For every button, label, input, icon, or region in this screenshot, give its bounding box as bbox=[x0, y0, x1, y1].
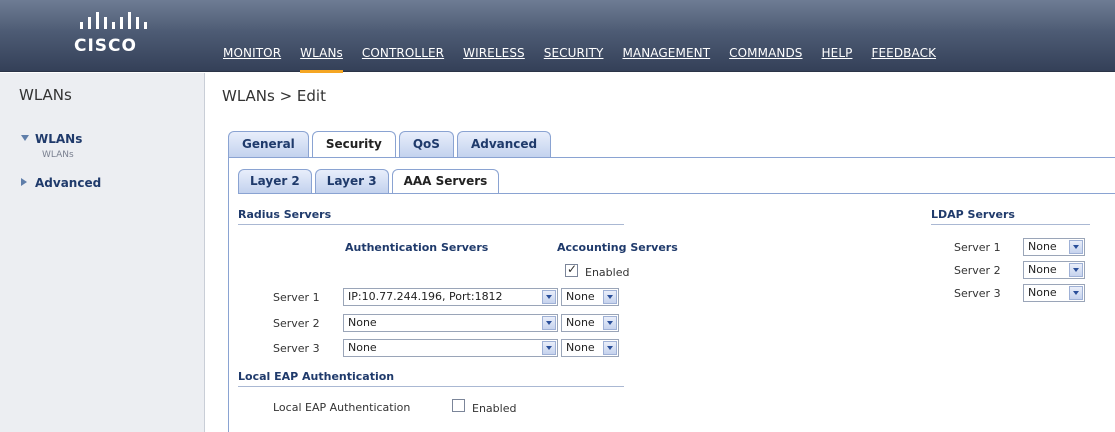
chevron-down-icon bbox=[542, 316, 556, 330]
ldap-server1-select[interactable]: None bbox=[1023, 238, 1085, 256]
select-value: None bbox=[566, 341, 595, 354]
security-subtabs: Layer 2 Layer 3 AAA Servers bbox=[238, 169, 502, 194]
tab-security[interactable]: Security bbox=[311, 131, 396, 158]
auth-servers-heading: Authentication Servers bbox=[345, 241, 489, 254]
ldap-server1-label: Server 1 bbox=[954, 241, 1001, 254]
left-sidebar: WLANs WLANs WLANs Advanced bbox=[0, 73, 205, 432]
page-title: WLANs > Edit bbox=[222, 87, 326, 105]
ldap-divider bbox=[931, 224, 1090, 225]
select-value: None bbox=[566, 316, 595, 329]
sidebar-item-wlans[interactable]: WLANs bbox=[21, 132, 82, 146]
radius-divider bbox=[238, 224, 624, 225]
chevron-down-icon bbox=[1069, 240, 1083, 254]
nav-commands[interactable]: COMMANDS bbox=[729, 46, 802, 60]
accounting-enabled-checkbox[interactable] bbox=[565, 262, 578, 277]
local-eap-label: Local EAP Authentication bbox=[273, 401, 411, 414]
collapse-triangle-icon bbox=[21, 178, 27, 186]
subtab-aaa-servers[interactable]: AAA Servers bbox=[391, 169, 500, 194]
main-content: WLANs > Edit General Security QoS Advanc… bbox=[206, 73, 1115, 432]
nav-wlans[interactable]: WLANs bbox=[300, 46, 343, 73]
nav-feedback[interactable]: FEEDBACK bbox=[871, 46, 936, 60]
radius-server2-acct-select[interactable]: None bbox=[561, 314, 619, 332]
ldap-server2-label: Server 2 bbox=[954, 264, 1001, 277]
select-value: None bbox=[1028, 286, 1057, 299]
nav-controller[interactable]: CONTROLLER bbox=[362, 46, 444, 60]
chevron-down-icon bbox=[1069, 286, 1083, 300]
nav-monitor[interactable]: MONITOR bbox=[223, 46, 281, 60]
select-value: None bbox=[348, 341, 377, 354]
chevron-down-icon bbox=[1069, 263, 1083, 277]
nav-management[interactable]: MANAGEMENT bbox=[622, 46, 710, 60]
security-panel: Layer 2 Layer 3 AAA Servers Radius Serve… bbox=[228, 157, 1115, 432]
sidebar-item-label: Advanced bbox=[35, 176, 102, 190]
radius-server2-label: Server 2 bbox=[273, 317, 320, 330]
top-header: CISCO MONITOR WLANs CONTROLLER WIRELESS … bbox=[0, 0, 1115, 73]
local-eap-divider bbox=[238, 386, 624, 387]
ldap-server2-select[interactable]: None bbox=[1023, 261, 1085, 279]
expand-triangle-icon bbox=[21, 135, 29, 141]
ldap-server3-label: Server 3 bbox=[954, 287, 1001, 300]
radius-server3-auth-select[interactable]: None bbox=[343, 339, 558, 357]
select-value: None bbox=[348, 316, 377, 329]
radius-server1-acct-select[interactable]: None bbox=[561, 288, 619, 306]
radius-server3-acct-select[interactable]: None bbox=[561, 339, 619, 357]
local-eap-heading: Local EAP Authentication bbox=[238, 370, 395, 383]
logo-text: CISCO bbox=[74, 36, 137, 56]
nav-wireless[interactable]: WIRELESS bbox=[463, 46, 525, 60]
select-value: IP:10.77.244.196, Port:1812 bbox=[348, 290, 503, 303]
ldap-server3-select[interactable]: None bbox=[1023, 284, 1085, 302]
sidebar-item-label: WLANs bbox=[35, 132, 83, 146]
sidebar-subitem-wlans[interactable]: WLANs bbox=[42, 150, 74, 160]
nav-security[interactable]: SECURITY bbox=[544, 46, 604, 60]
chevron-down-icon bbox=[542, 290, 556, 304]
local-eap-enabled-checkbox[interactable] bbox=[452, 399, 465, 412]
subtab-layer2[interactable]: Layer 2 bbox=[238, 169, 312, 193]
radius-server1-auth-select[interactable]: IP:10.77.244.196, Port:1812 bbox=[343, 288, 558, 306]
tab-qos[interactable]: QoS bbox=[398, 131, 454, 157]
subtab-divider bbox=[238, 193, 1115, 194]
top-navigation: MONITOR WLANs CONTROLLER WIRELESS SECURI… bbox=[223, 46, 955, 73]
main-tabs: General Security QoS Advanced bbox=[228, 131, 554, 158]
radius-servers-heading: Radius Servers bbox=[238, 208, 332, 221]
sidebar-title: WLANs bbox=[19, 86, 72, 104]
chevron-down-icon bbox=[603, 316, 617, 330]
subtab-layer3[interactable]: Layer 3 bbox=[314, 169, 389, 193]
accounting-enabled-label: Enabled bbox=[585, 266, 630, 279]
select-value: None bbox=[1028, 263, 1057, 276]
cisco-logo[interactable]: CISCO bbox=[60, 12, 170, 64]
local-eap-enabled-label: Enabled bbox=[472, 402, 517, 415]
ldap-servers-heading: LDAP Servers bbox=[931, 208, 1015, 221]
nav-help[interactable]: HELP bbox=[822, 46, 853, 60]
chevron-down-icon bbox=[542, 341, 556, 355]
radius-server2-auth-select[interactable]: None bbox=[343, 314, 558, 332]
sidebar-item-advanced[interactable]: Advanced bbox=[21, 176, 101, 190]
select-value: None bbox=[566, 290, 595, 303]
select-value: None bbox=[1028, 240, 1057, 253]
chevron-down-icon bbox=[603, 341, 617, 355]
chevron-down-icon bbox=[603, 290, 617, 304]
tab-advanced[interactable]: Advanced bbox=[456, 131, 552, 157]
radius-server3-label: Server 3 bbox=[273, 342, 320, 355]
cisco-bars-icon bbox=[80, 12, 147, 29]
tab-general[interactable]: General bbox=[228, 131, 309, 157]
acct-servers-heading: Accounting Servers bbox=[557, 241, 678, 254]
radius-server1-label: Server 1 bbox=[273, 291, 320, 304]
